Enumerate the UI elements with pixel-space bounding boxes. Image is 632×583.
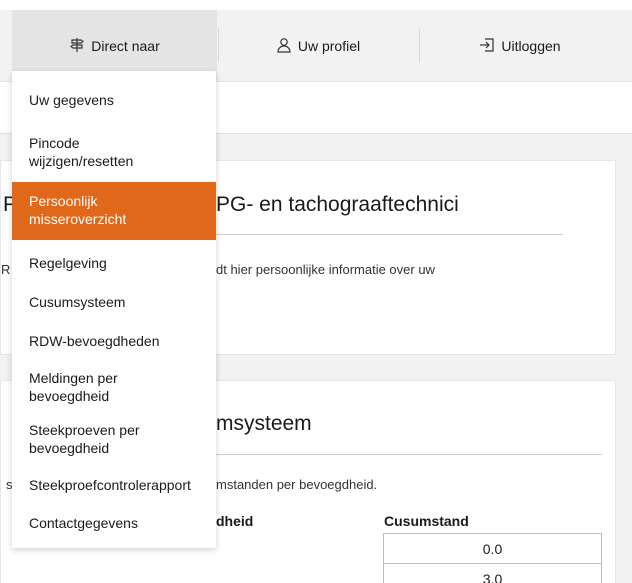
- menu-item-pincode[interactable]: Pincode wijzigen/resetten: [12, 129, 162, 176]
- menu-item-rdw-bevoegdheden[interactable]: RDW-bevoegdheden: [12, 324, 216, 362]
- intro-text: dt hier persoonlijke informatie over uw: [216, 262, 435, 277]
- menu-item-contactgegevens[interactable]: Contactgegevens: [12, 506, 216, 548]
- column-header-bevoegdheid: dheid: [216, 513, 254, 529]
- direct-naar-label: Direct naar: [91, 38, 160, 54]
- menu-item-meldingen[interactable]: Meldingen per bevoegdheid: [12, 362, 216, 413]
- uw-profiel-link[interactable]: Uw profiel: [218, 10, 418, 82]
- menu-item-persoonlijk-misseroverzicht[interactable]: Persoonlijk misseroverzicht: [12, 182, 216, 240]
- logout-icon: [479, 37, 495, 56]
- menu-item-uw-gegevens[interactable]: Uw gegevens: [12, 71, 216, 129]
- column-header-cusumstand: Cusumstand: [384, 513, 469, 529]
- direct-naar-dropdown: Uw gegevens Pincode wijzigen/resetten Pe…: [12, 71, 216, 548]
- uw-profiel-label: Uw profiel: [297, 38, 361, 54]
- menu-item-steekproefcontrolerapport[interactable]: Steekproefcontrolerapport: [12, 464, 216, 506]
- cusum-intro-text: mstanden per bevoegdheid.: [216, 477, 378, 492]
- intro-card-title: PG- en tachograaftechnici: [216, 193, 459, 216]
- top-strip: [0, 0, 632, 10]
- divider: [216, 454, 602, 455]
- menu-item-cusumsysteem[interactable]: Cusumsysteem: [12, 285, 216, 324]
- divider: [216, 234, 563, 235]
- menu-item-steekproeven[interactable]: Steekproeven per bevoegdheid: [12, 413, 216, 464]
- menu-item-regelgeving[interactable]: Regelgeving: [12, 240, 216, 285]
- uitloggen-link[interactable]: Uitloggen: [420, 10, 620, 82]
- uitloggen-label: Uitloggen: [501, 38, 561, 54]
- signpost-icon: [69, 37, 85, 56]
- intro-text-fragment: R: [1, 262, 11, 277]
- user-icon: [276, 37, 292, 56]
- cusumstand-cell: 0.0: [383, 533, 602, 564]
- cusumstand-cell: 3.0: [383, 563, 602, 583]
- cusum-card-title: msysteem: [216, 412, 312, 435]
